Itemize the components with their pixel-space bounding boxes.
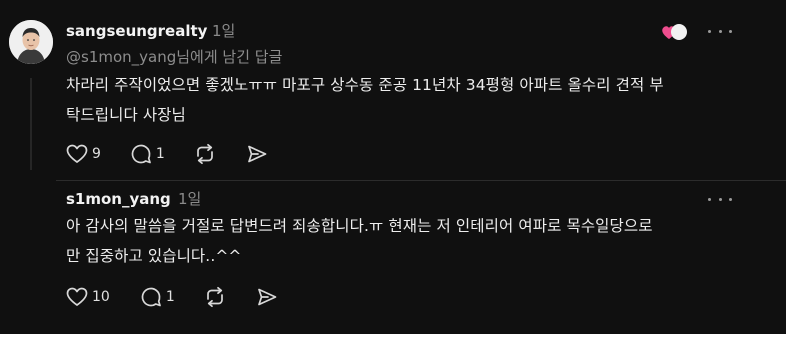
heart-icon (66, 287, 88, 306)
comment-username[interactable]: s1mon_yang (66, 190, 171, 208)
repost-button[interactable] (193, 143, 217, 165)
comment-divider (56, 180, 786, 181)
like-button[interactable]: 10 (66, 287, 110, 307)
repost-button[interactable] (203, 286, 227, 308)
reply-count: 1 (165, 289, 175, 305)
repost-icon (206, 286, 223, 308)
comment-username[interactable]: sangseungrealty (66, 22, 207, 40)
comment-body-line: 아 감사의 말씀을 거절로 답변드려 죄송합니다.ㅠ 현재는 저 인테리어 여파… (66, 217, 653, 235)
avatar-image (9, 20, 53, 64)
like-button[interactable]: 9 (66, 144, 101, 164)
comment-body-line: 탁드립니다 사장님 (66, 106, 186, 124)
avatar[interactable] (9, 20, 53, 64)
send-icon (257, 288, 277, 306)
reply-count: 1 (155, 146, 165, 162)
thread-panel: sangseungrealty 1일 @s1mon_yang님에게 남긴 답글 … (0, 0, 786, 334)
comment-timestamp[interactable]: 1일 (212, 22, 235, 40)
reply-button[interactable]: 1 (130, 143, 165, 165)
share-button[interactable] (256, 286, 278, 308)
share-button[interactable] (246, 143, 268, 165)
comment-timestamp[interactable]: 1일 (178, 190, 201, 208)
reply-button[interactable]: 1 (140, 286, 175, 308)
like-count: 10 (92, 289, 110, 305)
reply-to-label[interactable]: @s1mon_yang님에게 남긴 답글 (66, 48, 282, 66)
liked-heart-toggle-icon[interactable] (660, 22, 690, 42)
comment-body-line: 차라리 주작이었으면 좋겠노ㅠㅠ 마포구 상수동 준공 11년차 34평형 아파… (66, 76, 664, 94)
comment-actions: 9 1 (66, 142, 268, 166)
more-dots-icon[interactable] (708, 194, 732, 204)
send-icon (247, 145, 267, 163)
comment-body: 아 감사의 말씀을 거절로 답변드려 죄송합니다.ㅠ 현재는 저 인테리어 여파… (66, 211, 653, 271)
heart-icon (66, 144, 88, 163)
comment-icon (131, 144, 151, 164)
repost-icon (196, 143, 213, 165)
comment-actions: 10 1 (66, 285, 278, 309)
comment-icon (141, 287, 161, 307)
like-count: 9 (92, 146, 101, 162)
thread-connector-line (30, 78, 32, 170)
comment-body: 차라리 주작이었으면 좋겠노ㅠㅠ 마포구 상수동 준공 11년차 34평형 아파… (66, 70, 664, 130)
comment-body-line: 만 집중하고 있습니다..^^ (66, 247, 242, 265)
more-dots-icon[interactable] (708, 26, 732, 36)
